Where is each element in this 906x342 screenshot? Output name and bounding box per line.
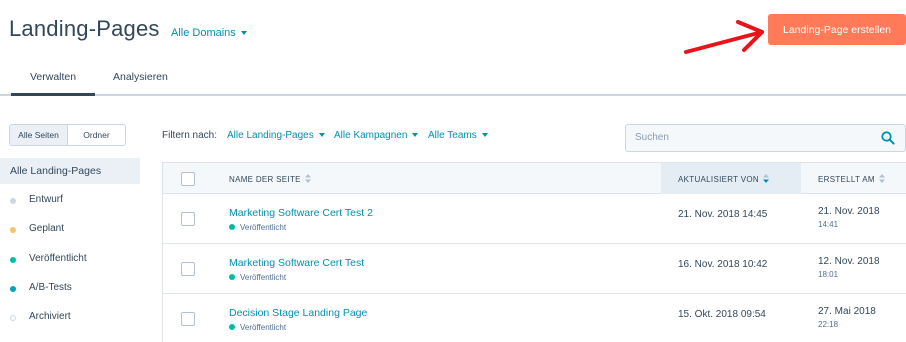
table-row: Decision Stage Landing Page Veröffentlic…: [163, 294, 906, 342]
status-dot-icon: [229, 224, 235, 230]
sidebar-item-published[interactable]: Veröffentlicht: [0, 251, 140, 273]
sidebar-item-label: Archiviert: [29, 311, 71, 322]
status-badge: Veröffentlicht: [229, 223, 286, 232]
sidebar-item-label: Veröffentlicht: [29, 253, 87, 264]
landing-pages-table: NAME DER SEITE AKTUALISIERT VON ERSTELLT…: [162, 162, 906, 342]
table-header: NAME DER SEITE AKTUALISIERT VON ERSTELLT…: [163, 163, 906, 194]
status-badge: Veröffentlicht: [229, 323, 286, 332]
column-header-label: AKTUALISIERT VON: [678, 175, 759, 184]
status-label: Veröffentlicht: [240, 223, 287, 232]
status-badge: Veröffentlicht: [229, 273, 286, 282]
domain-filter-label: Alle Domains: [171, 27, 236, 39]
create-landing-page-button[interactable]: Landing-Page erstellen: [768, 14, 906, 45]
status-dot-icon: [10, 198, 16, 204]
status-dot-icon: [10, 286, 16, 292]
created-date-cell: 21. Nov. 2018: [818, 206, 880, 217]
column-header-updated[interactable]: AKTUALISIERT VON: [678, 174, 769, 184]
annotation-arrow-icon: [684, 20, 764, 54]
search-input[interactable]: Suchen: [625, 124, 906, 152]
caret-down-icon: [318, 133, 325, 138]
filter-campaigns-dropdown[interactable]: Alle Kampagnen: [334, 130, 419, 141]
created-date-cell: 27. Mai 2018: [818, 306, 876, 317]
sidebar-item-label: Entwurf: [29, 194, 63, 205]
created-time-cell: 22:18: [818, 320, 839, 329]
filter-teams-dropdown[interactable]: Alle Teams: [428, 130, 488, 141]
filter-campaigns-label: Alle Kampagnen: [334, 130, 408, 141]
caret-down-icon: [412, 133, 419, 138]
search-icon[interactable]: [881, 131, 895, 145]
page-name-link[interactable]: Decision Stage Landing Page: [229, 307, 367, 319]
created-time-cell: 18:01: [818, 270, 839, 279]
row-checkbox[interactable]: [181, 212, 195, 226]
page-title: Landing-Pages: [9, 16, 160, 41]
status-dot-icon: [10, 257, 16, 263]
folder-toggle-button[interactable]: Ordner: [68, 125, 125, 145]
status-dot-icon: [10, 315, 16, 321]
created-date-cell: 12. Nov. 2018: [818, 256, 880, 267]
updated-cell: 21. Nov. 2018 14:45: [678, 209, 768, 220]
sort-desc-icon: [762, 174, 769, 183]
search-placeholder: Suchen: [635, 132, 669, 143]
row-checkbox[interactable]: [181, 312, 195, 326]
all-pages-toggle-button[interactable]: Alle Seiten: [10, 125, 68, 145]
updated-cell: 16. Nov. 2018 10:42: [678, 259, 768, 270]
created-time-cell: 14:41: [818, 220, 839, 229]
filter-pages-dropdown[interactable]: Alle Landing-Pages: [227, 130, 325, 141]
status-dot-icon: [229, 324, 235, 330]
column-header-page-name[interactable]: NAME DER SEITE: [229, 174, 311, 184]
page-name-link[interactable]: Marketing Software Cert Test: [229, 257, 364, 269]
sidebar-item-label: A/B-Tests: [29, 282, 72, 293]
sidebar-item-draft[interactable]: Entwurf: [0, 192, 140, 214]
caret-down-icon: [481, 133, 488, 138]
caret-down-icon: [240, 31, 247, 36]
domain-filter-dropdown[interactable]: Alle Domains: [171, 27, 247, 39]
table-row: Marketing Software Cert Test Veröffentli…: [163, 244, 906, 294]
filter-pages-label: Alle Landing-Pages: [227, 130, 314, 141]
updated-cell: 15. Okt. 2018 09:54: [678, 309, 766, 320]
column-header-label: ERSTELLT AM: [818, 175, 875, 184]
status-dot-icon: [229, 274, 235, 280]
table-row: Marketing Software Cert Test 2 Veröffent…: [163, 194, 906, 244]
sidebar-item-label: Geplant: [29, 223, 65, 234]
status-label: Veröffentlicht: [240, 273, 287, 282]
sidebar-item-all-landing-pages[interactable]: Alle Landing-Pages: [0, 158, 140, 184]
select-all-checkbox[interactable]: [181, 172, 195, 186]
sort-icon: [304, 174, 311, 183]
view-toggle: Alle Seiten Ordner: [9, 124, 126, 146]
page-name-link[interactable]: Marketing Software Cert Test 2: [229, 207, 373, 219]
tab-analyze[interactable]: Analysieren: [113, 71, 168, 83]
column-header-label: NAME DER SEITE: [229, 175, 301, 184]
status-label: Veröffentlicht: [240, 323, 287, 332]
sidebar-item-archived[interactable]: Archiviert: [0, 309, 140, 331]
tab-manage[interactable]: Verwalten: [10, 71, 96, 96]
filter-teams-label: Alle Teams: [428, 130, 477, 141]
row-checkbox[interactable]: [181, 262, 195, 276]
status-dot-icon: [10, 227, 16, 233]
sidebar-item-ab-tests[interactable]: A/B-Tests: [0, 280, 140, 302]
tab-bar: Verwalten Analysieren: [0, 62, 906, 96]
sidebar-item-scheduled[interactable]: Geplant: [0, 221, 140, 243]
sort-icon: [878, 174, 885, 183]
column-header-created[interactable]: ERSTELLT AM: [818, 174, 885, 184]
filter-label: Filtern nach:: [162, 130, 218, 141]
